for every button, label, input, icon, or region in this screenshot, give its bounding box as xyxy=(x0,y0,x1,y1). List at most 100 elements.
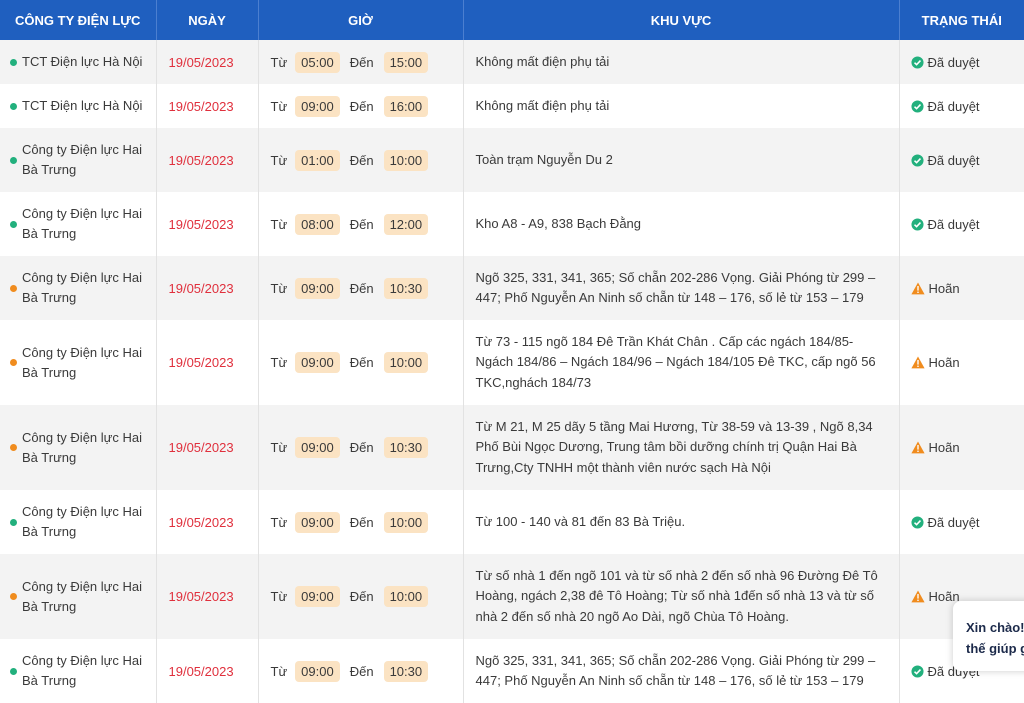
end-time: 10:00 xyxy=(384,586,429,607)
start-time: 09:00 xyxy=(295,96,340,117)
company-name: TCT Điện lực Hà Nội xyxy=(22,96,142,116)
area-cell: Từ 73 - 115 ngõ 184 Đê Trần Khát Chân . … xyxy=(463,320,899,405)
time-cell: Từ09:00Đến10:00 xyxy=(258,320,463,405)
area-text: Từ 100 - 140 và 81 đến 83 Bà Triệu. xyxy=(464,504,899,541)
table-row: Công ty Điện lực Hai Bà Trưng19/05/2023T… xyxy=(0,192,1024,256)
area-cell: Không mất điện phụ tải xyxy=(463,40,899,84)
table-row: Công ty Điện lực Hai Bà Trưng19/05/2023T… xyxy=(0,128,1024,192)
company-cell: Công ty Điện lực Hai Bà Trưng xyxy=(0,128,156,192)
table-row: Công ty Điện lực Hai Bà Trưng19/05/2023T… xyxy=(0,639,1024,703)
warning-icon xyxy=(911,356,925,369)
company-cell: Công ty Điện lực Hai Bà Trưng xyxy=(0,405,156,490)
status-text: Đã duyệt xyxy=(928,55,980,70)
end-time: 15:00 xyxy=(384,52,429,73)
outage-date: 19/05/2023 xyxy=(157,99,258,114)
status-badge: Đã duyệt xyxy=(900,217,1024,232)
status-badge: Hoãn xyxy=(900,355,1024,370)
company-name: Công ty Điện lực Hai Bà Trưng xyxy=(22,428,148,468)
to-label: Đến xyxy=(350,355,374,370)
check-circle-icon xyxy=(911,516,924,529)
outage-date: 19/05/2023 xyxy=(157,440,258,455)
start-time: 09:00 xyxy=(295,512,340,533)
company-name: Công ty Điện lực Hai Bà Trưng xyxy=(22,140,148,180)
end-time: 10:00 xyxy=(384,352,429,373)
status-text: Hoãn xyxy=(929,589,960,604)
start-time: 08:00 xyxy=(295,214,340,235)
header-company: CÔNG TY ĐIỆN LỰC xyxy=(0,0,156,40)
to-label: Đến xyxy=(350,440,374,455)
status-text: Đã duyệt xyxy=(928,515,980,530)
status-badge: Đã duyệt xyxy=(900,153,1024,168)
status-cell: Hoãn xyxy=(899,256,1024,320)
area-text: Từ M 21, M 25 dãy 5 tầng Mai Hương, Từ 3… xyxy=(464,409,899,487)
from-label: Từ xyxy=(271,281,288,296)
end-time: 10:00 xyxy=(384,150,429,171)
start-time: 09:00 xyxy=(295,586,340,607)
table-row: Công ty Điện lực Hai Bà Trưng19/05/2023T… xyxy=(0,256,1024,320)
check-circle-icon xyxy=(911,665,924,678)
check-circle-icon xyxy=(911,100,924,113)
date-cell: 19/05/2023 xyxy=(156,192,258,256)
from-label: Từ xyxy=(271,355,288,370)
end-time: 16:00 xyxy=(384,96,429,117)
date-cell: 19/05/2023 xyxy=(156,554,258,639)
from-label: Từ xyxy=(271,515,288,530)
status-text: Đã duyệt xyxy=(928,153,980,168)
from-label: Từ xyxy=(271,664,288,679)
company-name: Công ty Điện lực Hai Bà Trưng xyxy=(22,343,148,383)
status-dot xyxy=(10,103,17,110)
table-row: Công ty Điện lực Hai Bà Trưng 19/05/2023 T… xyxy=(0,405,1024,490)
status-dot xyxy=(10,593,17,600)
status-cell: Hoãn xyxy=(899,320,1024,405)
date-cell: 19/05/2023 xyxy=(156,490,258,554)
date-cell: 19/05/2023 xyxy=(156,84,258,128)
company-name: TCT Điện lực Hà Nội xyxy=(22,52,142,72)
company-cell: Công ty Điện lực Hai Bà Trưng xyxy=(0,192,156,256)
end-time: 10:30 xyxy=(384,437,429,458)
status-text: Hoãn xyxy=(929,281,960,296)
area-text: Toàn trạm Nguyễn Du 2 xyxy=(464,142,899,179)
from-label: Từ xyxy=(271,55,288,70)
start-time: 01:00 xyxy=(295,150,340,171)
to-label: Đến xyxy=(350,515,374,530)
end-time: 10:00 xyxy=(384,512,429,533)
from-label: Từ xyxy=(271,440,288,455)
status-dot xyxy=(10,444,17,451)
outage-date: 19/05/2023 xyxy=(157,589,258,604)
time-cell: Từ08:00Đến12:00 xyxy=(258,192,463,256)
company-cell: TCT Điện lực Hà Nội xyxy=(0,84,156,128)
start-time: 09:00 xyxy=(295,278,340,299)
status-text: Hoãn xyxy=(929,355,960,370)
date-cell: 19/05/2023 xyxy=(156,40,258,84)
end-time: 10:30 xyxy=(384,661,429,682)
status-badge: Đã duyệt xyxy=(900,55,1024,70)
area-cell: Ngõ 325, 331, 341, 365; Số chẵn 202-286 … xyxy=(463,639,899,703)
chat-greeting: Xin chào! xyxy=(966,617,1024,638)
date-cell: 19/05/2023 xyxy=(156,405,258,490)
table-header-row: CÔNG TY ĐIỆN LỰC NGÀY GIỜ KHU VỰC TRẠNG … xyxy=(0,0,1024,40)
end-time: 10:30 xyxy=(384,278,429,299)
table-row: Công ty Điện lực Hai Bà Trưng19/05/2023T… xyxy=(0,320,1024,405)
status-dot xyxy=(10,221,17,228)
status-text: Đã duyệt xyxy=(928,99,980,114)
check-circle-icon xyxy=(911,56,924,69)
company-name: Công ty Điện lực Hai Bà Trưng xyxy=(22,577,148,617)
outage-date: 19/05/2023 xyxy=(157,281,258,296)
area-cell: Không mất điện phụ tải xyxy=(463,84,899,128)
warning-icon xyxy=(911,441,925,454)
status-cell: Đã duyệt xyxy=(899,40,1024,84)
outage-schedule-table: CÔNG TY ĐIỆN LỰC NGÀY GIỜ KHU VỰC TRẠNG … xyxy=(0,0,1024,703)
from-label: Từ xyxy=(271,153,288,168)
company-name: Công ty Điện lực Hai Bà Trưng xyxy=(22,204,148,244)
chat-widget[interactable]: Xin chào! thế giúp g xyxy=(953,601,1024,671)
area-cell: Từ số nhà 1 đến ngõ 101 và từ số nhà 2 đ… xyxy=(463,554,899,639)
status-text: Đã duyệt xyxy=(928,217,980,232)
area-text: Kho A8 - A9, 838 Bạch Đằng xyxy=(464,206,899,243)
to-label: Đến xyxy=(350,153,374,168)
to-label: Đến xyxy=(350,55,374,70)
header-area: KHU VỰC xyxy=(463,0,899,40)
status-dot xyxy=(10,519,17,526)
to-label: Đến xyxy=(350,217,374,232)
company-cell: Công ty Điện lực Hai Bà Trưng xyxy=(0,639,156,703)
area-text: Ngõ 325, 331, 341, 365; Số chẵn 202-286 … xyxy=(464,260,899,317)
